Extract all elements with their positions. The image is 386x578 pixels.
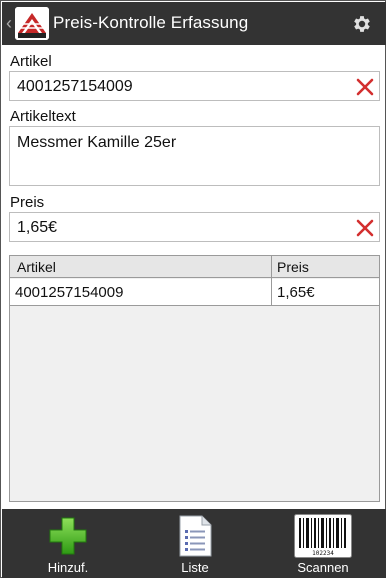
- artikeltext-field[interactable]: Messmer Kamille 25er: [9, 126, 380, 186]
- list-label: Liste: [181, 560, 209, 575]
- column-header-preis[interactable]: Preis: [277, 259, 309, 275]
- list-button[interactable]: Liste: [140, 509, 250, 578]
- artikeltext-value: Messmer Kamille 25er: [17, 134, 177, 151]
- cell-preis: 1,65€: [277, 284, 315, 301]
- artikeltext-label: Artikeltext: [10, 108, 76, 125]
- column-header-artikel[interactable]: Artikel: [17, 259, 56, 275]
- bottom-toolbar: Hinzuf. Liste 102234 Scannen: [2, 509, 386, 578]
- plus-icon: [48, 516, 88, 561]
- add-button[interactable]: Hinzuf.: [13, 509, 123, 578]
- clear-preis-icon[interactable]: [356, 219, 374, 237]
- preis-value: 1,65€: [17, 219, 58, 236]
- gear-icon[interactable]: [351, 13, 373, 35]
- table-header: Artikel Preis: [10, 256, 379, 278]
- clear-artikel-icon[interactable]: [356, 78, 374, 96]
- barcode-icon: 102234: [294, 514, 352, 563]
- app-logo[interactable]: [15, 7, 49, 40]
- scan-label: Scannen: [297, 560, 349, 575]
- preis-field[interactable]: 1,65€: [9, 212, 380, 242]
- artikel-field[interactable]: 4001257154009: [9, 71, 380, 101]
- cell-artikel: 4001257154009: [15, 284, 124, 301]
- column-divider: [271, 256, 272, 306]
- list-icon: [178, 515, 212, 562]
- page-title: Preis-Kontrolle Erfassung: [53, 13, 249, 32]
- artikel-value: 4001257154009: [17, 78, 133, 95]
- barcode-number: 102234: [312, 550, 334, 557]
- artikel-label: Artikel: [10, 53, 52, 70]
- scan-button[interactable]: 102234 Scannen: [268, 509, 378, 578]
- table-row[interactable]: 4001257154009 1,65€: [10, 279, 379, 306]
- app-window: ‹ Preis-Kontrolle Erfassung Artikel 4001…: [0, 0, 386, 578]
- back-chevron-icon[interactable]: ‹: [6, 14, 14, 32]
- title-bar: ‹ Preis-Kontrolle Erfassung: [2, 2, 386, 45]
- add-label: Hinzuf.: [47, 560, 89, 575]
- entries-table: Artikel Preis 4001257154009 1,65€: [9, 255, 380, 502]
- preis-label: Preis: [10, 194, 45, 211]
